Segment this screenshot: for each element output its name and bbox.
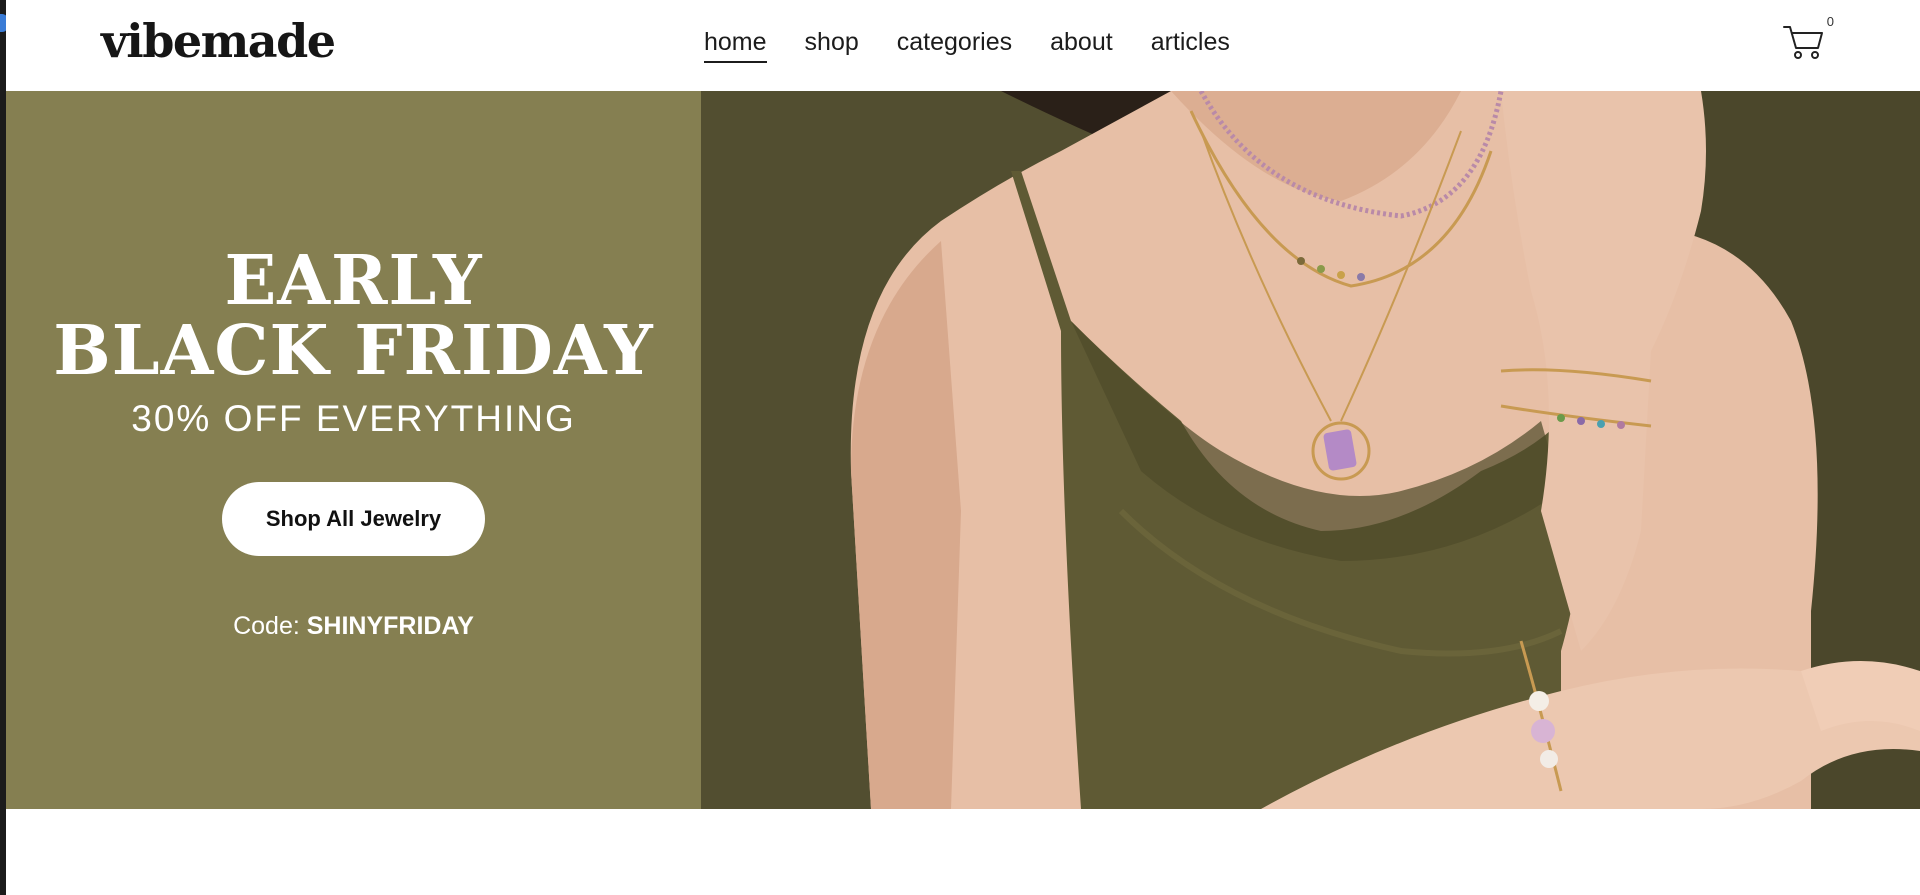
hero-photo — [701, 91, 1920, 809]
page: vibemade home shop categories about arti… — [0, 0, 1920, 895]
promo-title: EARLY BLACK FRIDAY — [53, 246, 653, 386]
site-logo[interactable]: vibemade — [101, 14, 336, 68]
site-header: vibemade home shop categories about arti… — [6, 0, 1920, 91]
main-nav: home shop categories about articles — [704, 28, 1230, 63]
nav-home[interactable]: home — [704, 28, 767, 63]
nav-about[interactable]: about — [1050, 28, 1113, 63]
nav-articles[interactable]: articles — [1151, 28, 1230, 63]
hero-banner: EARLY BLACK FRIDAY 30% OFF EVERYTHING Sh… — [6, 91, 1920, 809]
promo-subtitle: 30% OFF EVERYTHING — [131, 398, 576, 439]
promo-panel: EARLY BLACK FRIDAY 30% OFF EVERYTHING Sh… — [6, 91, 701, 809]
cart-icon[interactable] — [1782, 22, 1826, 60]
model-photo-illustration — [701, 91, 1920, 809]
shop-all-jewelry-button[interactable]: Shop All Jewelry — [222, 482, 485, 556]
promo-code: Code: SHINYFRIDAY — [233, 612, 474, 641]
cart-count-badge: 0 — [1826, 14, 1834, 29]
promo-code-label: Code: — [233, 612, 300, 640]
promo-code-value: SHINYFRIDAY — [306, 612, 474, 640]
nav-shop[interactable]: shop — [805, 28, 859, 63]
promo-title-line2: BLACK FRIDAY — [53, 311, 654, 391]
nav-categories[interactable]: categories — [897, 28, 1012, 63]
promo-title-line1: EARLY — [224, 241, 483, 321]
